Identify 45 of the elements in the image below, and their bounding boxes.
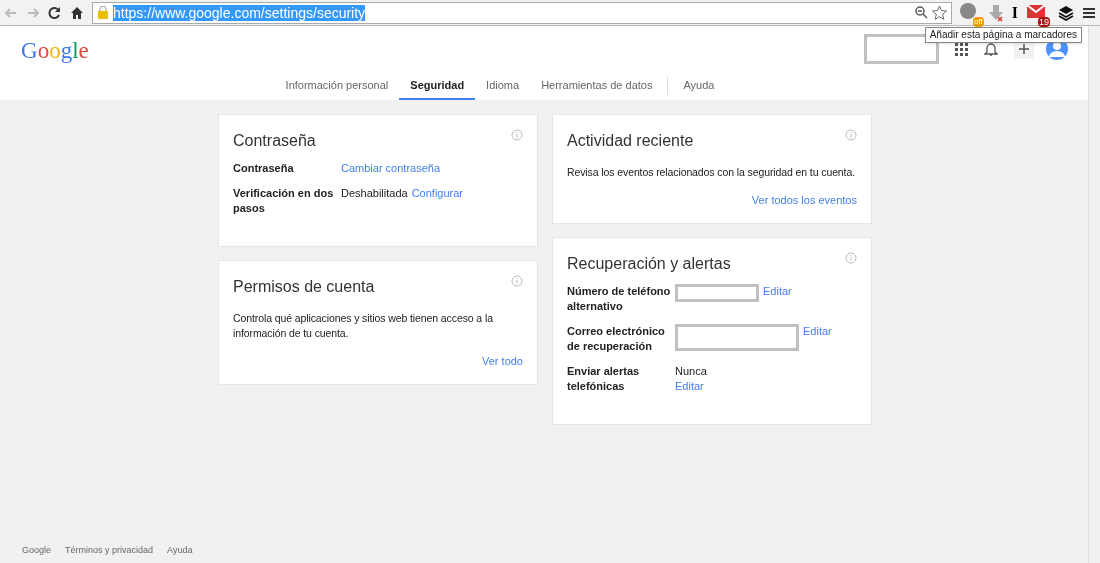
view-all-link[interactable]: Ver todo [482, 353, 523, 370]
edit-link[interactable]: Editar [803, 323, 832, 339]
text-extension-icon[interactable]: I [1011, 0, 1018, 25]
status-text: Nunca [675, 363, 707, 379]
apps-grid-icon[interactable] [955, 42, 968, 56]
layers-icon[interactable] [1058, 4, 1074, 21]
download-arrow-icon[interactable] [987, 3, 1004, 22]
edit-link[interactable]: Editar [675, 378, 704, 394]
home-icon[interactable] [70, 5, 84, 20]
setting-label: Contraseña [233, 161, 295, 176]
footer-link[interactable]: Google [22, 543, 52, 557]
nav-tab[interactable]: Idioma [475, 72, 531, 100]
setting-label: Número de teléfono alternativo [567, 283, 672, 314]
card-title: Contraseña [233, 131, 316, 151]
menu-icon[interactable] [1082, 6, 1096, 19]
lock-warning-icon [97, 5, 109, 20]
reload-icon[interactable] [48, 5, 62, 20]
address-bar[interactable]: https://www.google.com/settings/security [92, 1, 952, 24]
edit-link[interactable]: Configurar [411, 186, 463, 201]
card-description: Controla qué aplicaciones y sitios web tienen acceso a la información de tu cuenta. [233, 311, 494, 341]
bell-icon[interactable] [984, 41, 998, 57]
google-logo[interactable]: Google [21, 39, 89, 63]
nav-tab[interactable]: Herramientas de datos [530, 72, 664, 100]
card-description: Revisa los eventos relacionados con la seguridad en tu cuenta. [567, 165, 856, 180]
setting-label: Verificación en dos pasos [233, 186, 335, 216]
card-title: Permisos de cuenta [233, 277, 375, 297]
setting-label: Correo electrónico de recuperación [567, 323, 666, 354]
status-text: Deshabilitada [341, 186, 408, 201]
edit-link[interactable]: Cambiar contraseña [341, 161, 441, 176]
extension-badge: off [973, 16, 984, 27]
setting-label: Enviar alertas telefónicas [567, 363, 641, 394]
url-text: https://www.google.com/settings/security [113, 4, 366, 21]
footer-link[interactable]: Ayuda [167, 543, 193, 557]
card-title: Actividad reciente [567, 131, 694, 151]
card-title: Recuperación y alertas [567, 253, 731, 274]
footer-link[interactable]: Términos y privacidad [65, 543, 154, 557]
nav-tab[interactable]: Seguridad [399, 72, 476, 100]
zoom-icon[interactable] [914, 6, 928, 19]
view-all-link[interactable]: Ver todos los eventos [751, 192, 857, 209]
edit-link[interactable]: Editar [763, 283, 792, 299]
tooltip: Añadir esta página a marcadores [924, 27, 1082, 43]
unread-count: 19 [1038, 16, 1050, 27]
nav-tab[interactable]: Ayuda [672, 72, 726, 100]
star-icon[interactable] [931, 5, 947, 20]
nav-tab[interactable]: Información personal [274, 72, 400, 100]
